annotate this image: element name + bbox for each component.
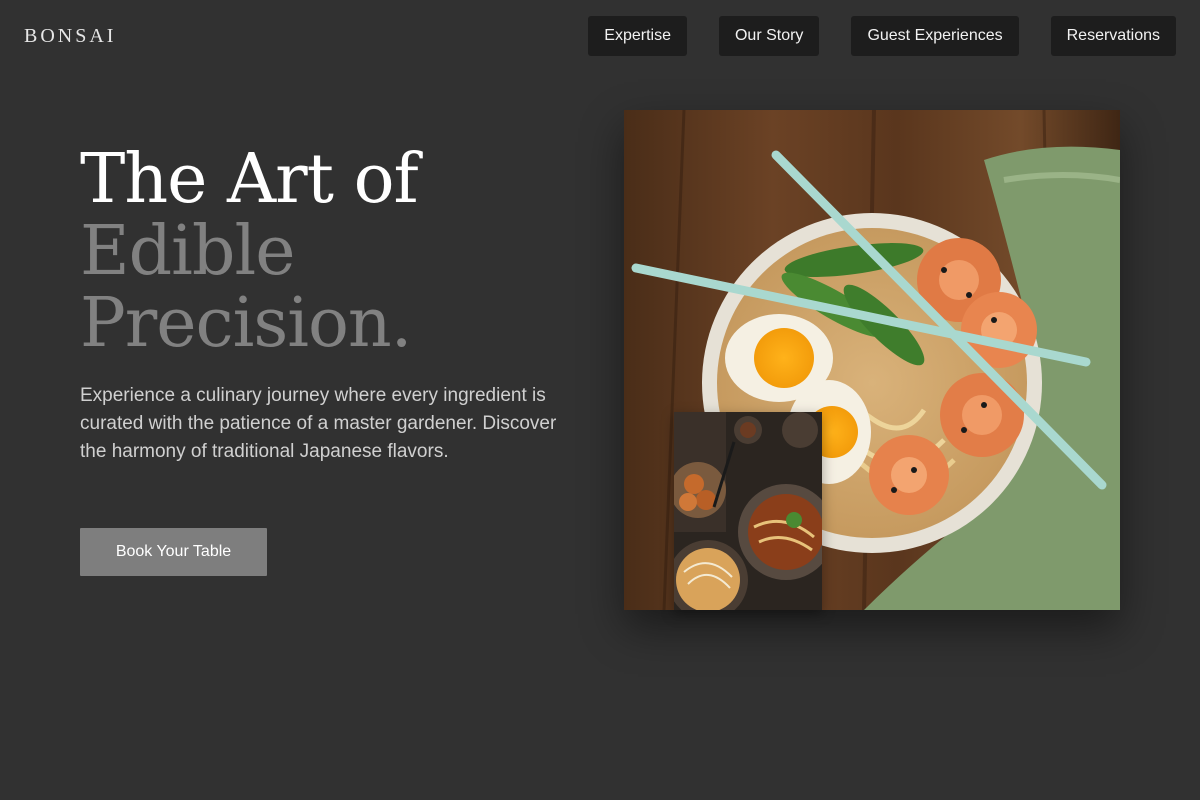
hero-headline: The Art of Edible Precision. bbox=[80, 144, 580, 360]
inset-dishes-image bbox=[674, 412, 822, 610]
headline-line-2: Edible bbox=[80, 212, 295, 291]
japanese-dishes-photo-icon bbox=[674, 412, 822, 610]
headline-line-3: Precision. bbox=[80, 284, 412, 363]
nav-link-reservations[interactable]: Reservations bbox=[1050, 16, 1176, 56]
headline-line-1: The Art of bbox=[80, 140, 419, 219]
brand-logo[interactable]: BONSAI bbox=[24, 24, 116, 48]
nav-link-guest-experiences[interactable]: Guest Experiences bbox=[851, 16, 1019, 56]
nav-link-expertise[interactable]: Expertise bbox=[588, 16, 687, 56]
top-navigation: BONSAI Expertise Our Story Guest Experie… bbox=[0, 0, 1200, 72]
hero-description: Experience a culinary journey where ever… bbox=[80, 385, 557, 462]
book-table-button[interactable]: Book Your Table bbox=[80, 528, 267, 576]
landing-page: BONSAI Expertise Our Story Guest Experie… bbox=[0, 0, 1200, 800]
nav-link-our-story[interactable]: Our Story bbox=[718, 16, 820, 56]
nav-links: Expertise Our Story Guest Experiences Re… bbox=[588, 16, 1176, 56]
hero-copy: The Art of Edible Precision. Experience … bbox=[80, 144, 580, 466]
